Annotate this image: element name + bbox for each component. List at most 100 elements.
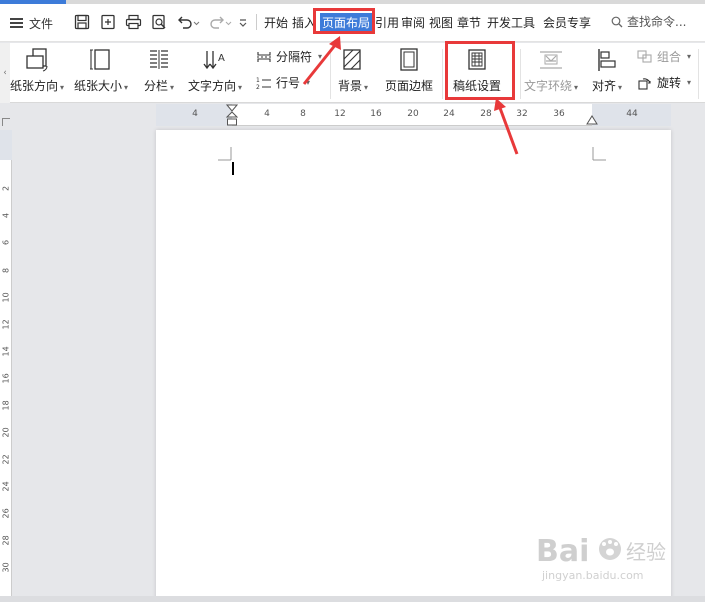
redo-icon <box>210 16 232 29</box>
tab-review[interactable]: 审阅 <box>401 14 425 31</box>
tab-home[interactable]: 开始 <box>264 14 288 31</box>
ruler-tick-label: 18 <box>1 400 11 411</box>
text-wrap-icon <box>540 51 563 69</box>
ribbon-toolbar: ‹ 纸张方向 ▾ 纸张大小 ▾ 分栏 ▾ A 文字方向 ▾ 分隔符 ▾ 12 行号 ▾ 背景… <box>0 41 705 103</box>
baidu-logo-icon: Bai 经验 jingyan.baidu.com <box>536 534 666 582</box>
redo-button[interactable] <box>208 12 232 32</box>
tab-view[interactable]: 视图 <box>429 14 453 31</box>
search-icon <box>611 16 623 27</box>
svg-text:jingyan.baidu.com: jingyan.baidu.com <box>541 569 644 582</box>
ruler-tick-label: 10 <box>1 292 11 303</box>
menu-separator <box>256 14 257 30</box>
columns-label: 分栏 <box>144 79 169 93</box>
line-numbers-icon: 12 <box>256 77 271 90</box>
line-numbers-button[interactable]: 12 行号 ▾ <box>256 74 310 91</box>
svg-text:Bai: Bai <box>536 534 589 569</box>
paper-orientation-button[interactable]: 纸张方向 ▾ <box>10 47 64 94</box>
ruler-tick-label: 12 <box>334 109 346 119</box>
ruler-tick-label: 22 <box>1 454 11 465</box>
page-border-icon <box>400 48 418 71</box>
ruler-corner-icon[interactable] <box>2 118 10 126</box>
ruler-tick-label: 20 <box>407 109 419 119</box>
ribbon-scroll-left[interactable]: ‹ <box>0 43 10 103</box>
background-icon <box>343 49 361 70</box>
svg-text:A: A <box>218 53 225 64</box>
align-icon <box>598 49 616 71</box>
menu-bar: 文件 开始 插入 页面布局 引用 审阅 视图 章节 开发工具 会员专享 查找命令… <box>0 0 705 42</box>
tab-member[interactable]: 会员专享 <box>543 14 591 31</box>
file-menu-button[interactable]: 文件 <box>10 14 53 32</box>
tab-references[interactable]: 引用 <box>375 14 399 31</box>
ruler-tick-label: 6 <box>1 239 11 246</box>
text-direction-label: 文字方向 <box>188 79 237 93</box>
ruler-tick-label: 4 <box>264 109 270 119</box>
page-break-icon <box>257 51 271 62</box>
rotate-label: 旋转 <box>657 76 682 90</box>
command-search[interactable]: 查找命令... <box>611 13 686 30</box>
right-indent-marker-icon[interactable] <box>586 113 598 125</box>
paper-size-button[interactable]: 纸张大小 ▾ <box>74 47 128 94</box>
ruler-tick-label: 28 <box>480 109 492 119</box>
print-preview-button[interactable] <box>151 12 167 32</box>
paper-size-label: 纸张大小 <box>74 79 123 93</box>
margin-corner-top-left <box>218 147 232 161</box>
undo-icon <box>178 16 200 29</box>
print-button[interactable] <box>125 12 142 32</box>
vertical-ruler[interactable]: 2 4 6 8 10 12 14 16 18 20 22 24 26 28 30 <box>0 130 12 602</box>
ruler-tick-label: 20 <box>1 427 11 438</box>
file-menu-label: 文件 <box>29 16 54 31</box>
chevron-left-icon: ‹ <box>3 68 7 78</box>
ribbon-separator <box>698 49 699 99</box>
tab-chapter[interactable]: 章节 <box>457 14 481 31</box>
paper-orientation-label: 纸张方向 <box>10 79 59 93</box>
paper-size-icon <box>90 49 110 70</box>
horizontal-ruler[interactable]: 4 4 8 12 16 20 24 28 32 36 44 <box>156 104 671 126</box>
align-button[interactable]: 对齐 ▾ <box>592 47 622 94</box>
ruler-tick-label: 24 <box>443 109 455 119</box>
hamburger-icon <box>10 18 23 28</box>
undo-button[interactable] <box>176 12 200 32</box>
tab-developer[interactable]: 开发工具 <box>487 14 535 31</box>
columns-icon <box>150 50 169 69</box>
group-button[interactable]: 组合 ▾ <box>637 48 691 65</box>
page-border-button[interactable]: 页面边框 <box>385 47 433 94</box>
page-layout-highlight-box <box>313 8 375 34</box>
background-button[interactable]: 背景 ▾ <box>338 47 368 94</box>
ruler-tick-label: 4 <box>1 212 11 219</box>
ruler-tick-label: 44 <box>626 109 638 119</box>
save-button[interactable] <box>74 12 90 32</box>
columns-button[interactable]: 分栏 ▾ <box>144 47 174 94</box>
rotate-button[interactable]: 旋转 ▾ <box>637 74 691 91</box>
ribbon-separator <box>520 49 521 99</box>
text-direction-button[interactable]: A 文字方向 ▾ <box>188 47 242 94</box>
ruler-tick-label: 12 <box>1 319 11 330</box>
background-label: 背景 <box>338 79 363 93</box>
customize-toolbar-button[interactable] <box>238 12 248 32</box>
line-numbers-label: 行号 <box>276 76 301 90</box>
group-label: 组合 <box>657 50 682 64</box>
ruler-tick-label: 26 <box>1 508 11 519</box>
breaks-button[interactable]: 分隔符 ▾ <box>256 48 322 65</box>
align-label: 对齐 <box>592 79 617 93</box>
search-placeholder: 查找命令... <box>627 15 687 29</box>
ruler-tick-label: 28 <box>1 535 11 546</box>
page-border-label: 页面边框 <box>385 79 434 93</box>
ruler-tick-label: 30 <box>1 562 11 573</box>
export-pdf-button[interactable] <box>100 12 116 32</box>
ruler-tick-label: 24 <box>1 481 11 492</box>
chevron-down-icon <box>239 19 247 27</box>
svg-text:2: 2 <box>256 84 260 90</box>
manuscript-highlight-box <box>445 41 515 100</box>
svg-text:1: 1 <box>256 77 260 84</box>
save-icon <box>74 14 90 30</box>
status-bar <box>0 596 705 602</box>
breaks-label: 分隔符 <box>276 50 313 64</box>
window-top-accent <box>0 0 705 4</box>
ruler-tick-label: 16 <box>1 373 11 384</box>
text-wrap-label: 文字环绕 <box>524 79 573 93</box>
print-preview-icon <box>152 14 166 30</box>
indent-marker-icon[interactable] <box>226 104 238 126</box>
ribbon-separator <box>330 49 331 99</box>
text-wrap-button[interactable]: 文字环绕 ▾ <box>524 47 578 94</box>
text-direction-icon: A <box>203 51 225 70</box>
